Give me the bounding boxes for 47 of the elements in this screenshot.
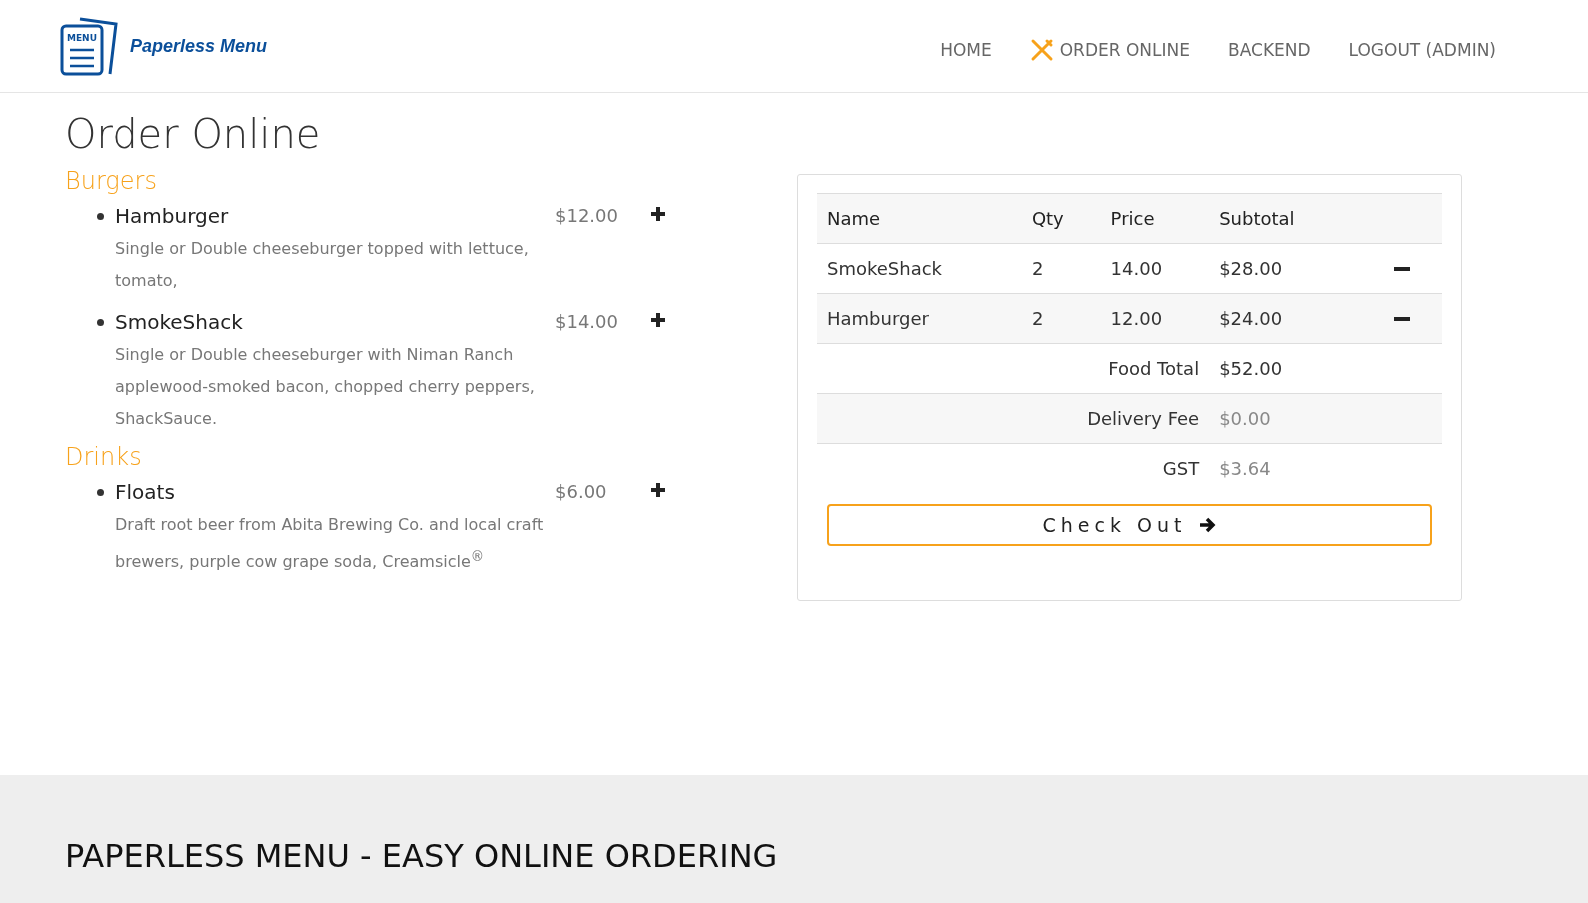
table-cell: 14.00	[1100, 243, 1210, 294]
bullet-icon	[97, 489, 104, 496]
add-icon[interactable]	[650, 206, 666, 222]
item-price: $12.00	[555, 205, 618, 226]
nav-link[interactable]: ORDER ONLINE	[1029, 38, 1190, 62]
total-label: Food Total	[817, 343, 1210, 394]
item-description: Single or Double cheeseburger with Niman Ranch applewood-smoked bacon, chopped cherry peppers, ShackSauce.	[115, 344, 536, 430]
item-name: Hamburger	[115, 203, 230, 230]
category-heading: Drinks	[65, 443, 143, 471]
table-cell: 2	[1021, 243, 1101, 294]
remove-icon[interactable]	[1394, 316, 1410, 321]
total-value: $0.00	[1209, 393, 1442, 444]
item-name: Floats	[115, 479, 176, 506]
footer-heading: PAPERLESS MENU - EASY ONLINE ORDERING	[65, 837, 779, 875]
remove-icon[interactable]	[1394, 266, 1410, 271]
column-header: Price	[1100, 193, 1210, 244]
item-description: Draft root beer from Abita Brewing Co. and local craft brewers, purple cow grape soda, Creamsicle$^{®}$	[115, 514, 545, 574]
category-heading: Burgers	[65, 167, 158, 195]
column-header: Subtotal	[1209, 193, 1354, 244]
add-icon[interactable]	[650, 312, 666, 328]
item-name: SmokeShack	[115, 309, 244, 336]
total-label: GST	[817, 443, 1210, 493]
item-price: $14.00	[555, 311, 618, 332]
total-value: $3.64	[1209, 443, 1442, 493]
item-price: $6.00	[555, 481, 607, 502]
page-title: Order Online	[65, 111, 322, 157]
brand-name: Paperless Menu	[130, 35, 268, 57]
nav-link[interactable]: HOME	[940, 40, 992, 60]
table-cell: 12.00	[1100, 293, 1210, 344]
nav-link[interactable]: LOGOUT (ADMIN)	[1348, 40, 1496, 60]
table-cell: 2	[1021, 293, 1101, 344]
bullet-icon	[97, 213, 104, 220]
checkout-button[interactable]: Check Out	[827, 504, 1432, 546]
table-cell: Hamburger	[817, 293, 1022, 344]
total-label: Delivery Fee	[817, 393, 1210, 444]
item-description: Single or Double cheeseburger topped with lettuce, tomato,	[115, 238, 530, 292]
table-cell: $24.00	[1209, 293, 1354, 344]
total-value: $52.00	[1209, 343, 1442, 394]
fork-knife-icon	[1029, 38, 1054, 62]
column-header: Name	[817, 193, 1022, 244]
column-header: Qty	[1021, 193, 1101, 244]
arrow-icon	[1198, 516, 1217, 534]
bullet-icon	[97, 319, 104, 326]
table-cell: SmokeShack	[817, 243, 1022, 294]
add-icon[interactable]	[650, 482, 666, 498]
nav-link[interactable]: BACKEND	[1228, 40, 1311, 60]
table-cell: $28.00	[1209, 243, 1354, 294]
